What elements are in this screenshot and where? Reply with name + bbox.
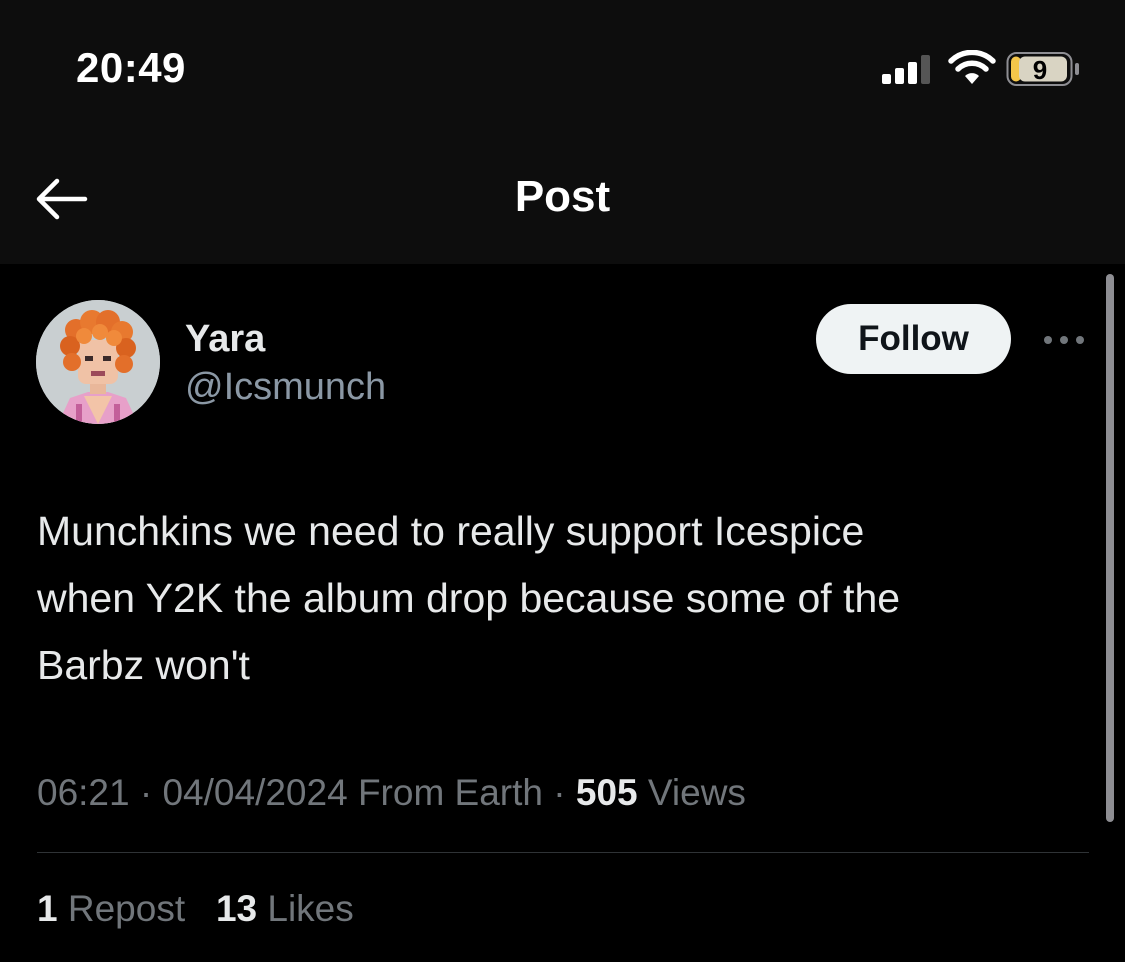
- author-display-name[interactable]: Yara: [185, 318, 265, 361]
- post-detail: Yara @Icsmunch Follow Munchkins we need …: [0, 264, 1125, 962]
- reposts-label: Repost: [67, 888, 186, 929]
- scrollbar[interactable]: [1106, 274, 1114, 822]
- post-time[interactable]: 06:21: [37, 772, 130, 813]
- post-date[interactable]: 04/04/2024: [162, 772, 347, 813]
- wifi-icon: [948, 50, 996, 84]
- reposts-stat[interactable]: 1 Repost: [37, 888, 195, 929]
- reposts-count: 1: [37, 888, 58, 929]
- page-title: Post: [514, 172, 611, 221]
- follow-button[interactable]: Follow: [816, 304, 1011, 374]
- post-meta: 06:21 · 04/04/2024 From Earth · 505 View…: [37, 772, 746, 814]
- meta-separator: ·: [553, 772, 566, 813]
- cellular-signal-icon: [882, 55, 930, 84]
- post-text: Munchkins we need to really support Ices…: [37, 508, 901, 688]
- nav-bar: Post: [0, 140, 1125, 264]
- post-source: From Earth: [357, 772, 543, 813]
- likes-label: Likes: [267, 888, 354, 929]
- meta-separator: ·: [139, 772, 153, 813]
- battery-icon: 9: [1006, 52, 1079, 86]
- status-time: 20:49: [76, 44, 186, 91]
- views-count: 505: [575, 772, 638, 813]
- post-stats: 1 Repost 13 Likes: [37, 888, 354, 930]
- likes-stat[interactable]: 13 Likes: [216, 888, 354, 929]
- status-bar: 20:49 9: [0, 0, 1125, 140]
- views-label: Views: [647, 772, 746, 813]
- more-horizontal-icon[interactable]: [1040, 324, 1088, 356]
- likes-count: 13: [215, 888, 258, 929]
- battery-level: 9: [1033, 55, 1047, 85]
- pixel-avatar-image: [36, 300, 160, 424]
- avatar[interactable]: [36, 300, 160, 424]
- divider: [37, 852, 1089, 853]
- author-handle[interactable]: @Icsmunch: [185, 366, 386, 409]
